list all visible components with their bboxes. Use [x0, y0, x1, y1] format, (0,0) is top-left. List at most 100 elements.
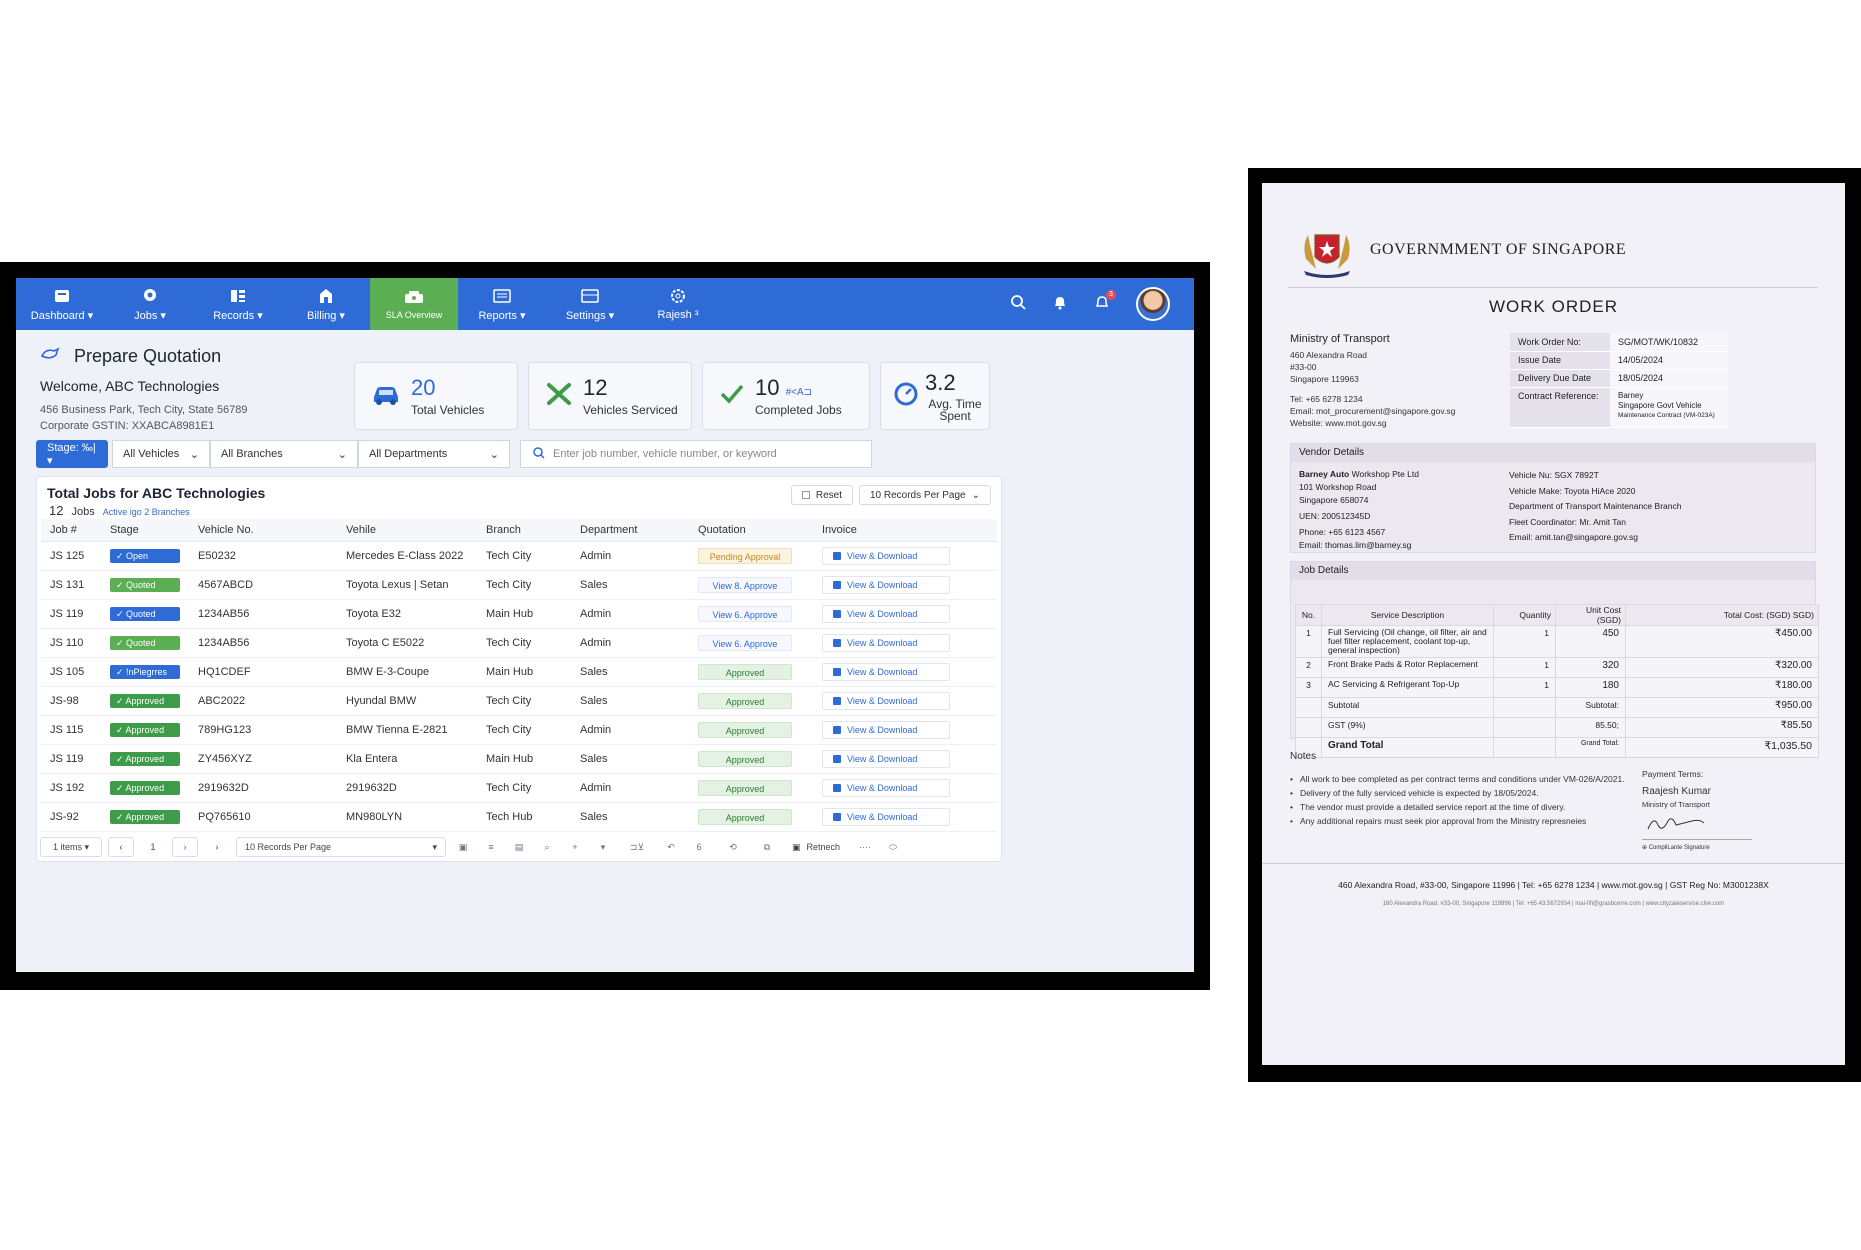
stat-extra: #<A⊐ — [785, 387, 813, 398]
window-icon[interactable]: ⧉ — [756, 837, 778, 857]
quotation-action[interactable]: View 6. Approve — [698, 634, 792, 651]
column-header[interactable]: Vehicle No. — [189, 519, 337, 542]
info-key: Delivery Due Date — [1510, 369, 1610, 388]
view-download-button[interactable]: View & Download — [822, 720, 950, 739]
table-row[interactable]: JS 131 ✓ Quoted 4567ABCD Toyota Lexus | Set… — [41, 570, 997, 600]
last-page-button[interactable]: › — [204, 837, 230, 857]
payment-terms: Payment Terms: Raajesh Kumar Ministry of… — [1642, 768, 1792, 855]
undo-icon[interactable]: ↶ — [660, 837, 682, 857]
quotation-cell: Approved — [689, 686, 813, 716]
search-input[interactable]: Enter job number, vehicle number, or key… — [520, 440, 872, 468]
nav-billing[interactable]: Billing ▾ — [282, 278, 370, 330]
table-row[interactable]: JS 105 ✓ !nPiegrres HQ1CDEF BMW E-3-Coupe Ma… — [41, 657, 997, 687]
refresh-label: Retnech — [806, 842, 841, 852]
branch: Tech City — [477, 628, 571, 658]
view-download-button[interactable]: View & Download — [822, 604, 950, 623]
column-header[interactable]: Invoice — [813, 519, 997, 542]
view-download-button[interactable]: View & Download — [822, 633, 950, 652]
stage-filter[interactable]: Stage: ‰| ▾ — [36, 440, 108, 468]
column-header[interactable]: Vehile — [337, 519, 477, 542]
table-row[interactable]: JS 192 ✓ Approved 2919632D 2919632D Tech Cit… — [41, 773, 997, 803]
branch-filter[interactable]: All Branches ⌄ — [210, 440, 358, 468]
prev-page-button[interactable]: ‹ — [108, 837, 134, 857]
stat-completed-jobs: 10 #<A⊐ Completed Jobs — [702, 362, 870, 430]
column-header[interactable]: Department — [571, 519, 689, 542]
chevron-down-icon: ⌄ — [189, 448, 199, 461]
subtotal-value: ₹950.00 — [1625, 697, 1819, 718]
vendor-name: Workshop Pte Ltd — [1349, 469, 1420, 479]
invoice-cell: View & Download — [813, 570, 997, 600]
view-download-button[interactable]: View & Download — [822, 807, 950, 826]
job-desc: Full Servicing (Oil change, oil filter, … — [1321, 625, 1494, 658]
department-filter[interactable]: All Departments ⌄ — [358, 440, 510, 468]
job-desc: Front Brake Pads & Rotor Replacement — [1321, 657, 1494, 678]
records-per-page-select[interactable]: 10 Records Per Page ⌄ — [858, 485, 991, 505]
nav-user-rajesh[interactable]: Rajesh ³ — [634, 278, 722, 330]
invoice-label: View & Download — [847, 811, 918, 822]
quotation-action[interactable]: View 6. Approve — [698, 605, 792, 622]
nav-settings[interactable]: Settings ▾ — [546, 278, 634, 330]
refresh-button[interactable]: ▣ Retnech — [784, 837, 848, 857]
job-unit-cost: 180 — [1555, 677, 1626, 698]
per-page-select[interactable]: 10 Records Per Page ▾ — [236, 837, 446, 857]
work-order-title: WORK ORDER — [1489, 297, 1618, 316]
vehicle-number: E50232 — [189, 541, 337, 571]
stage-badge: ✓ Quoted — [110, 577, 180, 592]
nav-dashboard[interactable]: Dashboard ▾ — [18, 278, 106, 330]
invoice-label: View & Download — [847, 782, 918, 793]
search-icon[interactable] — [1010, 294, 1026, 315]
table-row[interactable]: JS 119 ✓ Quoted 1234AB56 Toyota E32 Main Hub… — [41, 599, 997, 629]
quotation-action[interactable]: View 8. Approve — [698, 576, 792, 593]
nav-reports[interactable]: Reports ▾ — [458, 278, 546, 330]
table-row[interactable]: JS-92 ✓ Approved PQ765610 MN980LYN Tech Hub S… — [41, 802, 997, 832]
view-download-button[interactable]: View & Download — [822, 778, 950, 797]
vehicle-filter[interactable]: All Vehicles ⌄ — [112, 440, 210, 468]
column-header[interactable]: Quotation — [689, 519, 813, 542]
nav-sla-overview[interactable]: SLA Overview — [370, 278, 458, 330]
items-select[interactable]: 1 items ▾ — [40, 837, 102, 857]
chevron-down-icon[interactable]: ▾ — [592, 837, 614, 857]
filter-icon[interactable]: ⊐⊻ — [620, 837, 654, 857]
toggle-icon[interactable]: ⬭ — [882, 837, 904, 857]
view-download-button[interactable]: View & Download — [822, 749, 950, 768]
refresh-icon[interactable]: ⟲ — [716, 837, 750, 857]
grid-icon[interactable]: ▤ — [508, 837, 530, 857]
table-row[interactable]: JS 110 ✓ Quoted 1234AB56 Toyota C E5022 Tech… — [41, 628, 997, 658]
table-row[interactable]: JS 115 ✓ Approved 789HG123 BMW Tienna E-282… — [41, 715, 997, 745]
nav-records[interactable]: Records ▾ — [194, 278, 282, 330]
filter-bar: Stage: ‰| ▾ All Vehicles ⌄ All Branches ⌄ … — [36, 440, 510, 468]
avatar[interactable] — [1136, 287, 1170, 321]
add-icon[interactable]: + — [564, 837, 586, 857]
notifications-icon[interactable]: 3 — [1094, 289, 1116, 315]
stage-badge: ✓ Approved — [110, 693, 180, 708]
view-download-button[interactable]: View & Download — [822, 662, 950, 681]
view-download-button[interactable]: View & Download — [822, 575, 950, 594]
quotation-cell: Approved — [689, 773, 813, 803]
bell-icon[interactable] — [1052, 294, 1068, 315]
nav-jobs[interactable]: Jobs ▾ — [106, 278, 194, 330]
list-icon[interactable]: ≡ — [480, 837, 502, 857]
stage-cell: ✓ Approved — [101, 773, 189, 803]
column-header[interactable]: Branch — [477, 519, 571, 542]
quotation-action: Approved — [698, 663, 792, 680]
signature-image — [1647, 818, 1705, 830]
ministry-block: Ministry of Transport 460 Alexandra Road… — [1290, 333, 1455, 429]
reset-button[interactable]: Reset — [790, 485, 853, 505]
empty-cell — [1295, 697, 1322, 718]
job-details-heading: Job Details — [1291, 562, 1815, 580]
vendor-details: Vendor Details Barney Auto Workshop Pte … — [1290, 443, 1816, 553]
stage-cell: ✓ Approved — [101, 744, 189, 774]
view-download-button[interactable]: View & Download — [822, 691, 950, 710]
chevron-down-icon: ⌄ — [337, 448, 347, 461]
table-row[interactable]: JS-98 ✓ Approved ABC2022 Hyundal BMW Tech Ci… — [41, 686, 997, 716]
table-row[interactable]: JS 125 ✓ Open E50232 Mercedes E-Class 2022 T… — [41, 541, 997, 571]
save-icon[interactable]: ▣ — [452, 837, 474, 857]
column-header[interactable]: Stage — [101, 519, 189, 542]
more-icon[interactable]: ···· — [854, 837, 876, 857]
clock-icon — [893, 381, 919, 412]
zoom-icon[interactable]: ⌕ — [536, 837, 558, 857]
column-header[interactable]: Job # — [41, 519, 101, 542]
table-row[interactable]: JS 119 ✓ Approved ZY456XYZ Kla Entera Main H… — [41, 744, 997, 774]
next-page-button[interactable]: › — [172, 837, 198, 857]
view-download-button[interactable]: View & Download — [822, 546, 950, 565]
